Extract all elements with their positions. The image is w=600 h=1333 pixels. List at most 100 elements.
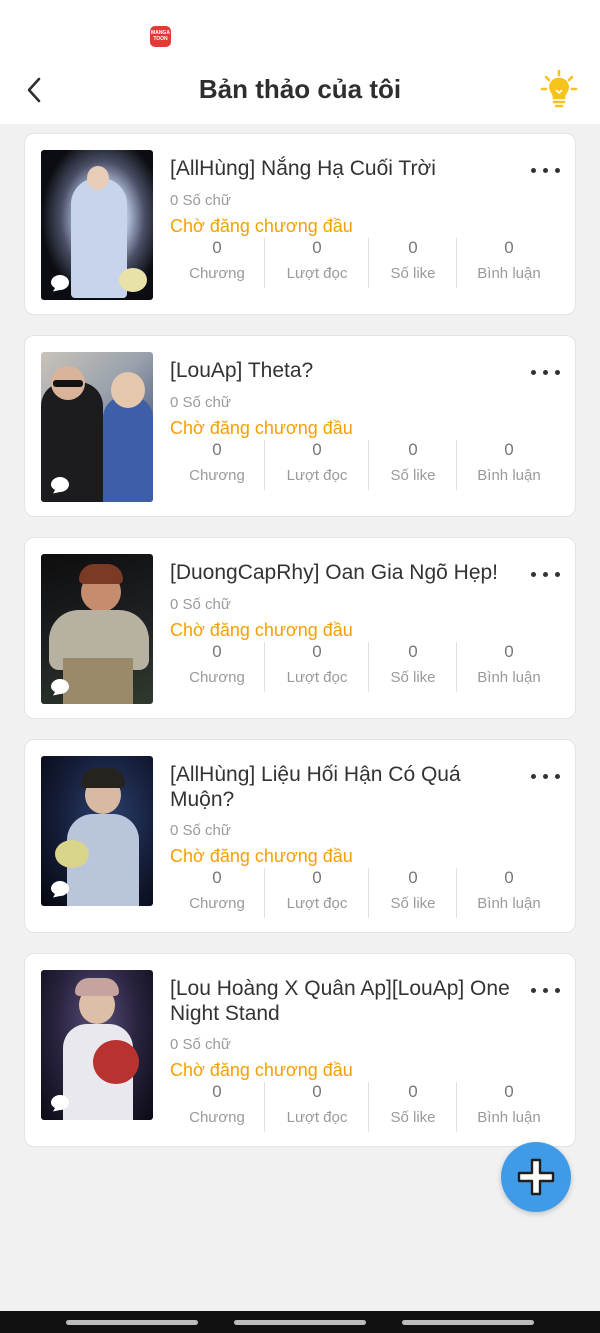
stat-divider	[368, 642, 369, 692]
draft-card[interactable]: [AllHùng] Liệu Hối Hận Có Quá Muộn? 0 Số…	[24, 739, 576, 933]
mangatoon-app-icon: MANGA TOON	[150, 26, 171, 47]
stat-chapters: 0 Chương	[175, 868, 259, 918]
draft-title[interactable]: [AllHùng] Liệu Hối Hận Có Quá Muộn?	[170, 762, 510, 812]
stat-reads: 0 Lượt đọc	[269, 440, 365, 490]
comment-bubble-icon	[51, 275, 69, 292]
stat-label: Chương	[189, 1109, 245, 1126]
draft-title[interactable]: [AllHùng] Nắng Hạ Cuối Trời	[170, 156, 510, 181]
stat-value: 0	[212, 1082, 222, 1101]
draft-status: Chờ đăng chương đầu	[170, 620, 353, 640]
stat-value: 0	[312, 1082, 322, 1101]
status-bar: MANGA TOON	[0, 0, 600, 62]
more-options-button[interactable]	[529, 368, 563, 378]
stat-value: 0	[312, 440, 322, 459]
nav-back-handle[interactable]	[402, 1320, 534, 1325]
word-count: 0 Số chữ	[170, 192, 231, 209]
stat-divider	[368, 238, 369, 288]
stat-divider	[264, 642, 265, 692]
draft-card[interactable]: [DuongCapRhy] Oan Gia Ngõ Hẹp! 0 Số chữ …	[24, 537, 576, 719]
stat-label: Số like	[390, 895, 436, 912]
stat-comments: 0 Bình luận	[461, 868, 557, 918]
draft-stats: 0 Chương 0 Lượt đọc 0 Số like 0 Bình luận	[165, 868, 565, 918]
stat-value: 0	[504, 642, 514, 661]
stat-label: Chương	[189, 669, 245, 686]
draft-card[interactable]: [AllHùng] Nắng Hạ Cuối Trời 0 Số chữ Chờ…	[24, 133, 576, 315]
stat-value: 0	[312, 238, 322, 257]
stat-comments: 0 Bình luận	[461, 238, 557, 288]
stat-value: 0	[408, 642, 418, 661]
stat-divider	[456, 238, 457, 288]
word-count: 0 Số chữ	[170, 822, 231, 839]
cover-image[interactable]	[41, 150, 153, 300]
stat-reads: 0 Lượt đọc	[269, 642, 365, 692]
stat-label: Lượt đọc	[286, 895, 348, 912]
draft-status: Chờ đăng chương đầu	[170, 418, 353, 438]
stat-divider	[456, 642, 457, 692]
stat-divider	[264, 440, 265, 490]
stat-value: 0	[408, 440, 418, 459]
stat-value: 0	[312, 868, 322, 887]
stat-likes: 0 Số like	[373, 642, 453, 692]
stat-label: Lượt đọc	[286, 669, 348, 686]
stat-likes: 0 Số like	[373, 1082, 453, 1132]
stat-label: Số like	[390, 669, 436, 686]
stat-label: Bình luận	[477, 265, 541, 282]
draft-card[interactable]: [LouAp] Theta? 0 Số chữ Chờ đăng chương …	[24, 335, 576, 517]
more-options-button[interactable]	[529, 166, 563, 176]
stat-comments: 0 Bình luận	[461, 440, 557, 490]
stat-value: 0	[212, 642, 222, 661]
comment-bubble-icon	[51, 679, 69, 696]
stat-reads: 0 Lượt đọc	[269, 868, 365, 918]
draft-card[interactable]: [Lou Hoàng X Quân Ap][LouAp] One Night S…	[24, 953, 576, 1147]
draft-status: Chờ đăng chương đầu	[170, 1060, 353, 1080]
stat-value: 0	[504, 440, 514, 459]
word-count: 0 Số chữ	[170, 596, 231, 613]
draft-title[interactable]: [DuongCapRhy] Oan Gia Ngõ Hẹp!	[170, 560, 510, 585]
page-title: Bản thảo của tôi	[198, 74, 402, 104]
lightbulb-icon	[540, 69, 578, 108]
stat-value: 0	[408, 238, 418, 257]
draft-stats: 0 Chương 0 Lượt đọc 0 Số like 0 Bình luận	[165, 440, 565, 490]
stat-chapters: 0 Chương	[175, 1082, 259, 1132]
system-nav-bar	[0, 1311, 600, 1333]
stat-reads: 0 Lượt đọc	[269, 1082, 365, 1132]
nav-recents-handle[interactable]	[66, 1320, 198, 1325]
stat-divider	[456, 868, 457, 918]
stat-value: 0	[212, 440, 222, 459]
stat-label: Số like	[390, 265, 436, 282]
draft-stats: 0 Chương 0 Lượt đọc 0 Số like 0 Bình luận	[165, 1082, 565, 1132]
cover-image[interactable]	[41, 756, 153, 906]
stat-value: 0	[504, 1082, 514, 1101]
add-draft-button[interactable]	[501, 1142, 571, 1212]
cover-image[interactable]	[41, 352, 153, 502]
stat-label: Chương	[189, 265, 245, 282]
stat-value: 0	[408, 868, 418, 887]
draft-stats: 0 Chương 0 Lượt đọc 0 Số like 0 Bình luận	[165, 642, 565, 692]
cover-image[interactable]	[41, 554, 153, 704]
stat-likes: 0 Số like	[373, 440, 453, 490]
stat-divider	[264, 868, 265, 918]
draft-status: Chờ đăng chương đầu	[170, 846, 353, 866]
stat-likes: 0 Số like	[373, 238, 453, 288]
word-count: 0 Số chữ	[170, 1036, 231, 1053]
stat-label: Lượt đọc	[286, 1109, 348, 1126]
stat-label: Bình luận	[477, 895, 541, 912]
stat-value: 0	[408, 1082, 418, 1101]
more-options-button[interactable]	[529, 772, 563, 782]
draft-title[interactable]: [LouAp] Theta?	[170, 358, 510, 383]
comment-bubble-icon	[51, 477, 69, 494]
nav-home-handle[interactable]	[234, 1320, 366, 1325]
stat-divider	[264, 1082, 265, 1132]
stat-chapters: 0 Chương	[175, 642, 259, 692]
draft-title[interactable]: [Lou Hoàng X Quân Ap][LouAp] One Night S…	[170, 976, 510, 1026]
stat-label: Lượt đọc	[286, 467, 348, 484]
cover-image[interactable]	[41, 970, 153, 1120]
stat-label: Bình luận	[477, 1109, 541, 1126]
stat-value: 0	[504, 868, 514, 887]
more-options-button[interactable]	[529, 570, 563, 580]
more-options-button[interactable]	[529, 986, 563, 996]
stat-chapters: 0 Chương	[175, 440, 259, 490]
stat-value: 0	[504, 238, 514, 257]
top-bar: Bản thảo của tôi	[0, 62, 600, 124]
tips-button[interactable]	[538, 68, 580, 110]
